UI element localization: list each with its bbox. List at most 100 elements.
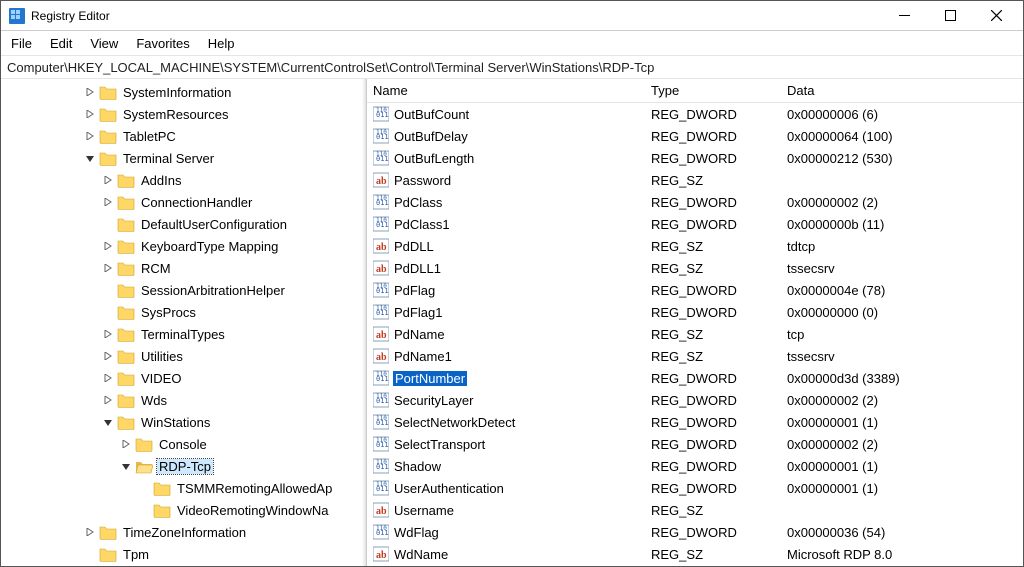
- chevron-down-icon[interactable]: [83, 147, 97, 169]
- chevron-right-icon[interactable]: [83, 81, 97, 103]
- folder-icon: [117, 370, 135, 386]
- value-row[interactable]: PdClassREG_DWORD0x00000002 (2): [367, 191, 1023, 213]
- tree-item[interactable]: WinStations: [29, 411, 366, 433]
- close-button[interactable]: [973, 2, 1019, 30]
- chevron-right-icon[interactable]: [83, 565, 97, 566]
- value-row[interactable]: UserAuthenticationREG_DWORD0x00000001 (1…: [367, 477, 1023, 499]
- binary-value-icon: [373, 414, 389, 430]
- tree-item[interactable]: SessionArbitrationHelper: [29, 279, 366, 301]
- tree-item[interactable]: SystemInformation: [29, 81, 366, 103]
- column-data[interactable]: Data: [787, 83, 1023, 98]
- binary-value-icon: [373, 216, 389, 232]
- value-row[interactable]: SelectNetworkDetectREG_DWORD0x00000001 (…: [367, 411, 1023, 433]
- tree-item[interactable]: TabletPC: [29, 125, 366, 147]
- tree-pane[interactable]: SystemInformationSystemResources TabletPC…: [1, 79, 367, 566]
- chevron-right-icon[interactable]: [101, 345, 115, 367]
- chevron-down-icon[interactable]: [101, 411, 115, 433]
- tree-item[interactable]: VIDEO: [29, 367, 366, 389]
- minimize-button[interactable]: [881, 2, 927, 30]
- value-row[interactable]: SecurityLayerREG_DWORD0x00000002 (2): [367, 389, 1023, 411]
- chevron-right-icon[interactable]: [83, 103, 97, 125]
- value-row[interactable]: PdFlagREG_DWORD0x0000004e (78): [367, 279, 1023, 301]
- value-type: REG_SZ: [651, 239, 787, 254]
- tree-item[interactable]: Utilities: [29, 345, 366, 367]
- value-row[interactable]: PdClass1REG_DWORD0x0000000b (11): [367, 213, 1023, 235]
- value-row[interactable]: UsernameREG_SZ: [367, 499, 1023, 521]
- tree-item[interactable]: TSMMRemotingAllowedAp: [29, 477, 366, 499]
- value-type: REG_DWORD: [651, 415, 787, 430]
- menu-favorites[interactable]: Favorites: [136, 36, 189, 51]
- tree-item[interactable]: DefaultUserConfiguration: [29, 213, 366, 235]
- chevron-right-icon[interactable]: [119, 433, 133, 455]
- column-name[interactable]: Name: [373, 83, 651, 98]
- tree-item-label: TerminalTypes: [139, 327, 227, 342]
- string-value-icon: [373, 172, 389, 188]
- window-title: Registry Editor: [31, 9, 881, 23]
- value-name: Username: [393, 503, 455, 518]
- chevron-right-icon[interactable]: [101, 323, 115, 345]
- tree-item[interactable]: AddIns: [29, 169, 366, 191]
- registry-editor-window: Registry Editor File Edit View Favorites…: [0, 0, 1024, 567]
- list-pane[interactable]: Name Type Data OutBufCountREG_DWORD0x000…: [367, 79, 1023, 566]
- column-headers[interactable]: Name Type Data: [367, 79, 1023, 103]
- tree-item[interactable]: TerminalTypes: [29, 323, 366, 345]
- tree-item[interactable]: SystemResources: [29, 103, 366, 125]
- chevron-right-icon[interactable]: [101, 257, 115, 279]
- chevron-down-icon[interactable]: [119, 455, 133, 477]
- value-row[interactable]: PdName1REG_SZtssecsrv: [367, 345, 1023, 367]
- tree-item[interactable]: VideoRemotingWindowNa: [29, 499, 366, 521]
- chevron-right-icon[interactable]: [101, 389, 115, 411]
- menu-edit[interactable]: Edit: [50, 36, 72, 51]
- tree-item[interactable]: RDP-Tcp: [29, 455, 366, 477]
- chevron-right-icon[interactable]: [101, 191, 115, 213]
- tree-item[interactable]: Ubpm: [29, 565, 366, 566]
- value-row[interactable]: PortNumberREG_DWORD0x00000d3d (3389): [367, 367, 1023, 389]
- menu-help[interactable]: Help: [208, 36, 235, 51]
- address-bar[interactable]: Computer\HKEY_LOCAL_MACHINE\SYSTEM\Curre…: [1, 55, 1023, 79]
- value-data: tcp: [787, 327, 1023, 342]
- tree-item[interactable]: Tpm: [29, 543, 366, 565]
- tree-item[interactable]: RCM: [29, 257, 366, 279]
- binary-value-icon: [373, 392, 389, 408]
- tree-item-label: VIDEO: [139, 371, 183, 386]
- value-row[interactable]: WdNameREG_SZMicrosoft RDP 8.0: [367, 543, 1023, 565]
- chevron-right-icon[interactable]: [83, 125, 97, 147]
- value-row[interactable]: OutBufCountREG_DWORD0x00000006 (6): [367, 103, 1023, 125]
- tree-item[interactable]: ConnectionHandler: [29, 191, 366, 213]
- value-data: 0x00000001 (1): [787, 459, 1023, 474]
- value-row[interactable]: SelectTransportREG_DWORD0x00000002 (2): [367, 433, 1023, 455]
- value-row[interactable]: PdFlag1REG_DWORD0x00000000 (0): [367, 301, 1023, 323]
- value-row[interactable]: OutBufLengthREG_DWORD0x00000212 (530): [367, 147, 1023, 169]
- chevron-right-icon[interactable]: [101, 367, 115, 389]
- tree-item[interactable]: SysProcs: [29, 301, 366, 323]
- chevron-right-icon[interactable]: [101, 235, 115, 257]
- value-row[interactable]: ShadowREG_DWORD0x00000001 (1): [367, 455, 1023, 477]
- tree-item[interactable]: Terminal Server: [29, 147, 366, 169]
- column-type[interactable]: Type: [651, 83, 787, 98]
- string-value-icon: [373, 546, 389, 562]
- value-type: REG_DWORD: [651, 129, 787, 144]
- value-type: REG_DWORD: [651, 107, 787, 122]
- value-row[interactable]: PdDLLREG_SZtdtcp: [367, 235, 1023, 257]
- tree-item[interactable]: KeyboardType Mapping: [29, 235, 366, 257]
- chevron-right-icon[interactable]: [101, 169, 115, 191]
- tree-item[interactable]: Wds: [29, 389, 366, 411]
- value-row[interactable]: PasswordREG_SZ: [367, 169, 1023, 191]
- tree-item-label: TabletPC: [121, 129, 178, 144]
- tree-item[interactable]: Console: [29, 433, 366, 455]
- value-name: SelectTransport: [393, 437, 486, 452]
- maximize-button[interactable]: [927, 2, 973, 30]
- chevron-right-icon[interactable]: [83, 521, 97, 543]
- value-row[interactable]: PdDLL1REG_SZtssecsrv: [367, 257, 1023, 279]
- value-row[interactable]: OutBufDelayREG_DWORD0x00000064 (100): [367, 125, 1023, 147]
- menu-file[interactable]: File: [11, 36, 32, 51]
- value-name: WdName: [393, 547, 449, 562]
- value-name: PdName1: [393, 349, 453, 364]
- value-row[interactable]: WdFlagREG_DWORD0x00000036 (54): [367, 521, 1023, 543]
- value-row[interactable]: PdNameREG_SZtcp: [367, 323, 1023, 345]
- value-name: PdFlag: [393, 283, 436, 298]
- binary-value-icon: [373, 150, 389, 166]
- menu-view[interactable]: View: [90, 36, 118, 51]
- tree-item[interactable]: TimeZoneInformation: [29, 521, 366, 543]
- value-data: 0x00000002 (2): [787, 195, 1023, 210]
